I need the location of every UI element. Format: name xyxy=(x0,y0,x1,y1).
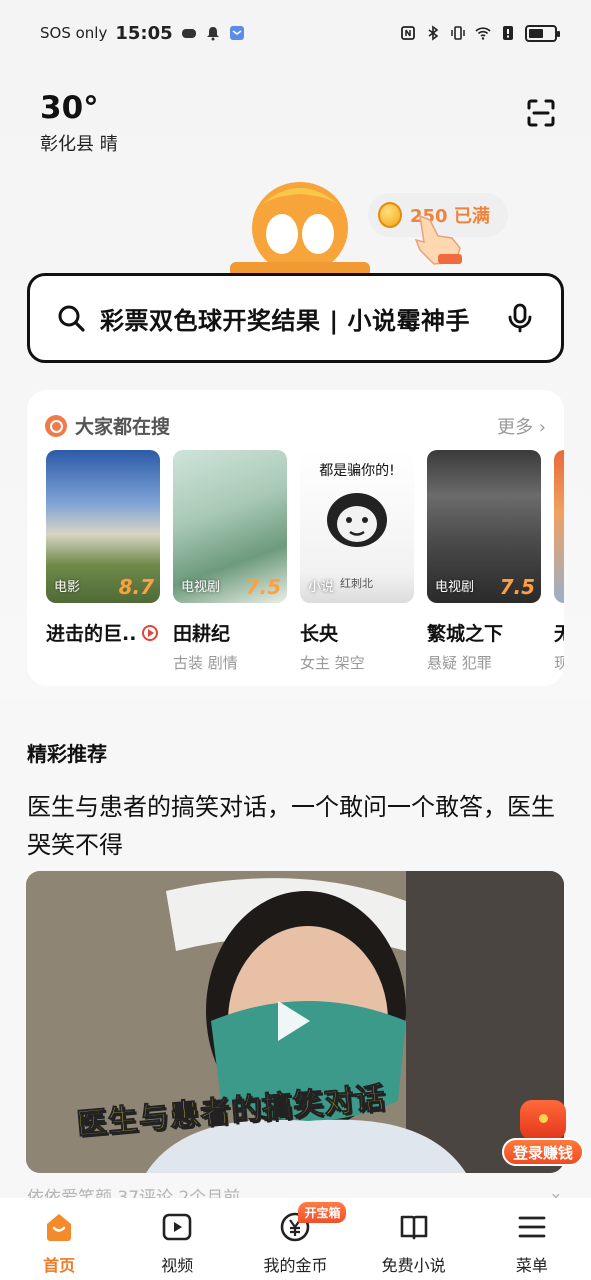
login-earn-widget[interactable]: 登录赚钱 xyxy=(502,1100,584,1168)
login-earn-label: 登录赚钱 xyxy=(502,1138,584,1166)
scan-icon[interactable] xyxy=(526,98,556,128)
nav-video[interactable]: 视频 xyxy=(132,1210,222,1276)
search-placeholder[interactable]: 彩票双色球开奖结果 | 小说霉神手 xyxy=(100,301,493,336)
cover-text: 都是骗你的! xyxy=(319,463,395,479)
item-title: 繁城之下 xyxy=(427,623,504,645)
microphone-icon[interactable] xyxy=(505,303,535,333)
play-icon[interactable] xyxy=(278,1001,310,1041)
score: 7.5 xyxy=(499,575,535,599)
item-subtitle: 现 xyxy=(554,654,564,672)
poster-image[interactable] xyxy=(554,450,564,603)
nav-coins[interactable]: 开宝箱 我的金币 xyxy=(250,1202,347,1276)
app-notification-icon xyxy=(229,26,244,40)
trending-item[interactable]: 电视剧 7.5 田耕纪 古装 剧情 xyxy=(173,450,287,673)
menu-icon xyxy=(518,1216,546,1238)
article-title[interactable]: 医生与患者的搞笑对话，一个敢问一个敢答，医生哭笑不得 xyxy=(27,788,564,864)
category-tag: 小说 xyxy=(308,580,335,595)
poster-image[interactable]: 电视剧 7.5 xyxy=(173,450,287,603)
nav-label: 视频 xyxy=(161,1256,194,1275)
home-icon xyxy=(47,1214,72,1241)
search-hot-icon xyxy=(45,414,67,437)
signal-alert-icon xyxy=(503,26,513,40)
more-link[interactable]: 更多 › xyxy=(497,413,546,439)
score: 8.7 xyxy=(118,575,154,599)
battery-icon xyxy=(525,24,560,42)
category-tag: 电视剧 xyxy=(435,580,475,595)
bottom-nav: 首页 视频 开宝箱 我的金币 免费小说 菜单 xyxy=(0,1198,591,1280)
item-subtitle: 女主 架空 xyxy=(300,654,365,672)
trending-item[interactable]: 都是骗你的! 红刺北 小说 长央 女主 架空 xyxy=(300,450,414,673)
nav-novel[interactable]: 免费小说 xyxy=(369,1210,459,1276)
trending-item[interactable]: 电视剧 7.5 繁城之下 悬疑 犯罪 xyxy=(427,450,541,673)
video-play-icon xyxy=(162,1213,192,1241)
mascot-image[interactable] xyxy=(220,178,380,278)
category-tag: 电影 xyxy=(54,580,81,595)
location-weather: 彰化县 晴 xyxy=(40,134,118,155)
trending-card: 大家都在搜 更多 › 电影 8.7 进击的巨.. 电视剧 7.5 田耕纪 古装 … xyxy=(27,390,564,686)
item-title: 进击的巨.. xyxy=(46,623,137,645)
treasure-badge: 开宝箱 xyxy=(298,1202,347,1223)
temperature: 30° xyxy=(40,90,99,126)
item-subtitle: 悬疑 犯罪 xyxy=(427,654,492,672)
poster-image[interactable]: 电视剧 7.5 xyxy=(427,450,541,603)
carrier-label: SOS only xyxy=(40,24,108,42)
more-label: 更多 xyxy=(497,416,534,438)
coin-icon xyxy=(378,202,402,228)
trending-item[interactable]: 无 现 xyxy=(554,450,564,673)
trending-item[interactable]: 电影 8.7 进击的巨.. xyxy=(46,450,160,673)
bluetooth-icon xyxy=(428,25,439,41)
poster-image[interactable]: 都是骗你的! 红刺北 小说 xyxy=(300,450,414,603)
item-title: 无 xyxy=(554,623,564,645)
meme-face-icon xyxy=(327,493,387,547)
vibrate-icon xyxy=(451,26,465,40)
search-icon xyxy=(58,305,85,332)
bell-icon xyxy=(206,27,219,41)
nav-home[interactable]: 首页 xyxy=(14,1210,104,1276)
trending-list: 电影 8.7 进击的巨.. 电视剧 7.5 田耕纪 古装 剧情 都是骗你的! 红… xyxy=(46,450,564,673)
nav-label: 免费小说 xyxy=(381,1256,446,1275)
wifi-icon xyxy=(475,27,491,40)
cover-author: 红刺北 xyxy=(340,577,373,590)
poster-image[interactable]: 电影 8.7 xyxy=(46,450,160,603)
trending-title: 大家都在搜 xyxy=(75,416,171,438)
play-icon xyxy=(142,624,159,641)
score: 7.5 xyxy=(245,575,281,599)
nfc-icon xyxy=(401,26,415,40)
item-subtitle: 古装 剧情 xyxy=(173,654,238,672)
trending-header: 大家都在搜 更多 › xyxy=(45,412,546,439)
book-icon xyxy=(400,1215,427,1240)
search-box[interactable]: 彩票双色球开奖结果 | 小说霉神手 xyxy=(27,273,564,363)
red-envelope-icon xyxy=(520,1100,566,1140)
game-icon xyxy=(181,29,196,38)
nav-label: 我的金币 xyxy=(263,1256,328,1275)
item-title: 田耕纪 xyxy=(173,623,231,645)
clock: 15:05 xyxy=(115,22,173,44)
status-bar: SOS only 15:05 xyxy=(40,18,560,48)
weather-widget[interactable]: 30° 彰化县 晴 xyxy=(40,90,118,156)
item-title: 长央 xyxy=(300,623,339,645)
nav-label: 首页 xyxy=(43,1256,76,1275)
pointing-hand-icon xyxy=(414,214,462,265)
section-title: 精彩推荐 xyxy=(27,742,107,766)
category-tag: 电视剧 xyxy=(181,580,221,595)
video-thumbnail[interactable]: 医生与患者的搞笑对话 xyxy=(26,871,564,1173)
nav-label: 菜单 xyxy=(515,1256,548,1275)
nav-menu[interactable]: 菜单 xyxy=(487,1210,577,1276)
